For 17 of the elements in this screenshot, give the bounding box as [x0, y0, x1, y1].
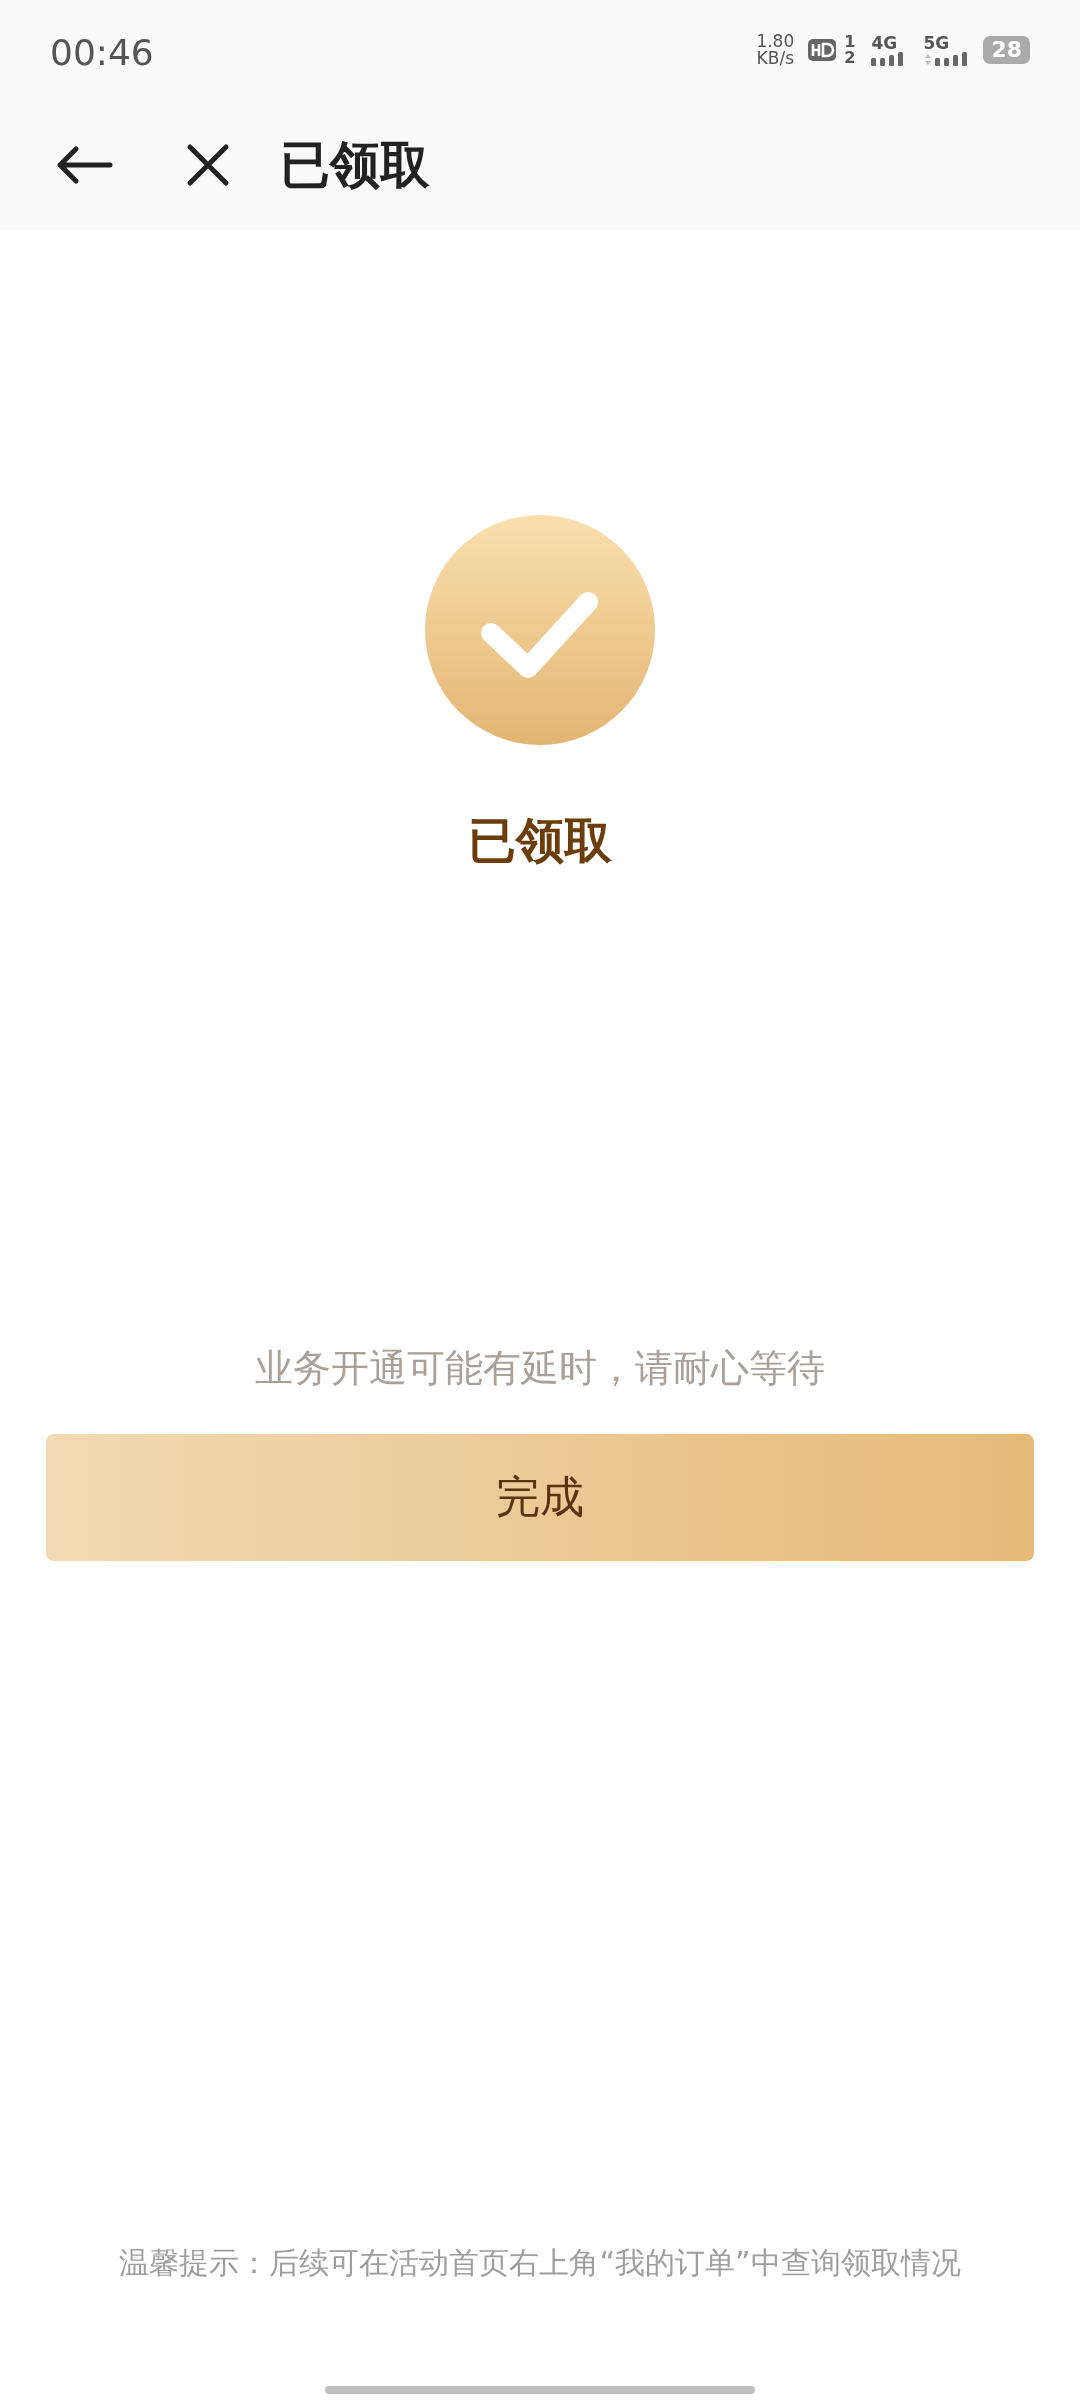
net-speed-unit: KB/s	[756, 50, 794, 67]
delay-note: 业务开通可能有延时，请耐心等待	[255, 1345, 825, 1392]
signal-icon	[923, 52, 968, 66]
done-button[interactable]: 完成	[46, 1434, 1034, 1561]
network-type: 5G	[923, 34, 950, 52]
net-speed: 1.80	[756, 33, 795, 50]
battery-indicator: 28	[983, 36, 1030, 64]
hd-icon	[808, 38, 837, 62]
result-title: 已领取	[468, 811, 612, 870]
status-time: 00:46	[50, 31, 154, 73]
sim-number: 2	[844, 50, 856, 66]
close-icon[interactable]	[186, 143, 230, 187]
checkmark-icon	[425, 515, 655, 745]
tip-text: 温馨提示：后续可在活动首页右上角“我的订单”中查询领取情况	[119, 2244, 961, 2282]
network-type: 4G	[871, 34, 898, 52]
page-title: 已领取	[280, 134, 430, 196]
sim-number: 1	[844, 34, 856, 50]
